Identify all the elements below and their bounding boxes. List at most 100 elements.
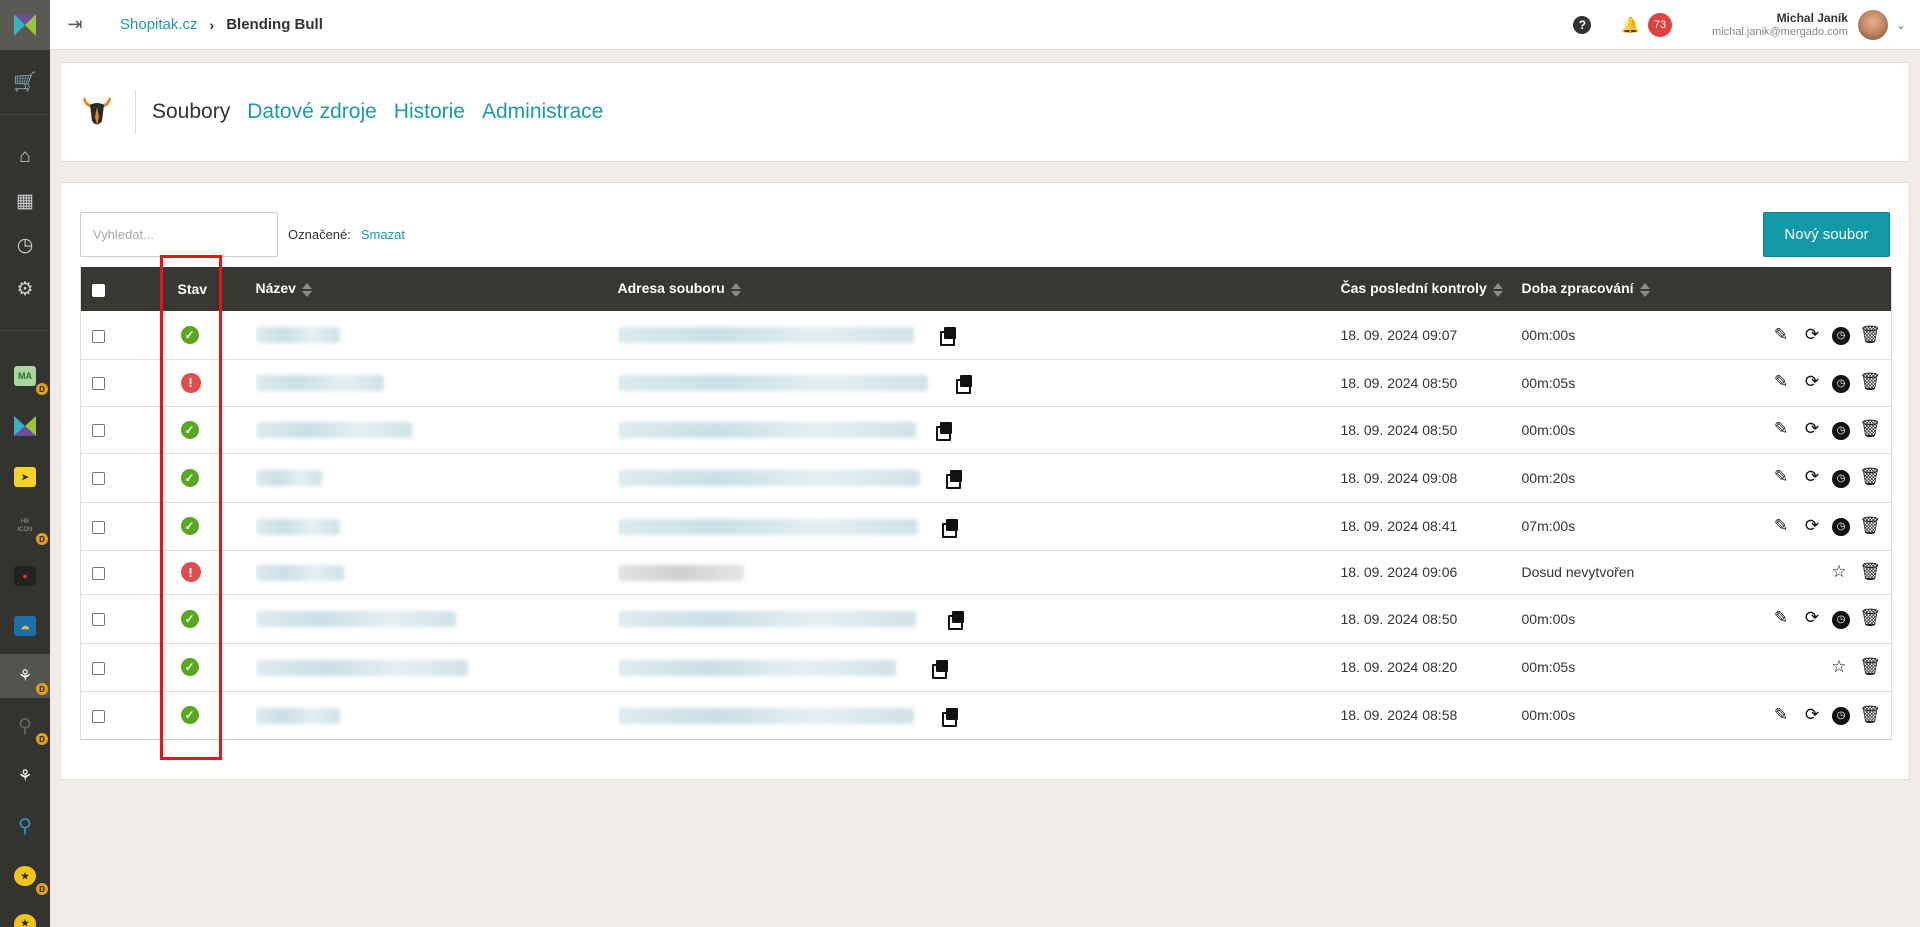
refresh-icon[interactable]: ⟳ (1801, 705, 1823, 725)
file-name-link[interactable] (255, 470, 322, 487)
copy-icon[interactable] (941, 707, 958, 727)
column-nazev[interactable]: Název (256, 267, 618, 311)
app-pin-icon[interactable]: ➤ (0, 455, 50, 499)
app-mergado-icon[interactable] (0, 404, 50, 448)
table-row[interactable]: ✓ 18. 09. 2024 08:41 07m:00s ✎ ⟳ ◷ 🗑 (80, 502, 1892, 550)
copy-icon[interactable] (941, 518, 958, 538)
column-cas[interactable]: Čas poslední kontroly (1341, 267, 1522, 311)
row-checkbox[interactable] (92, 661, 105, 675)
refresh-icon[interactable]: ⟳ (1801, 325, 1823, 345)
edit-icon[interactable]: ✎ (1770, 516, 1792, 536)
trash-icon[interactable]: 🗑 (1859, 372, 1881, 392)
table-row[interactable]: ✓ 18. 09. 2024 08:50 00m:00s ✎ ⟳ ◷ 🗑 (80, 406, 1892, 453)
app-dark-icon[interactable]: ● (0, 554, 50, 598)
history-icon[interactable]: ◷ (1832, 326, 1850, 345)
file-name-link[interactable] (255, 707, 340, 724)
refresh-icon[interactable]: ⟳ (1801, 467, 1823, 487)
grid-icon[interactable]: ▦ (0, 179, 50, 223)
magic-wand-icon[interactable]: ☆ (1828, 562, 1850, 582)
row-checkbox[interactable] (92, 424, 105, 438)
refresh-icon[interactable]: ⟳ (1801, 516, 1823, 536)
file-name-link[interactable] (255, 564, 344, 581)
app-yellow-2-icon[interactable]: ★ (0, 904, 50, 927)
tab-soubory[interactable]: Soubory (152, 100, 230, 124)
edit-icon[interactable]: ✎ (1770, 705, 1792, 725)
app-ma-icon[interactable]: MA D (0, 354, 50, 398)
edit-icon[interactable]: ✎ (1770, 467, 1792, 487)
file-name-link[interactable] (255, 422, 412, 439)
copy-icon[interactable] (939, 327, 956, 347)
new-file-button[interactable]: Nový soubor (1763, 212, 1890, 257)
row-checkbox[interactable] (92, 709, 105, 723)
history-icon[interactable]: ◷ (1832, 610, 1850, 629)
notification-badge[interactable]: 73 (1648, 13, 1673, 37)
breadcrumb-link[interactable]: Shopitak.cz (120, 16, 198, 33)
trash-icon[interactable]: 🗑 (1859, 467, 1881, 487)
help-icon[interactable]: ? (1573, 16, 1592, 34)
column-adresa[interactable]: Adresa souboru (618, 267, 1341, 311)
sort-icon[interactable] (1492, 282, 1503, 298)
sort-icon[interactable] (730, 282, 741, 298)
magic-wand-icon[interactable]: ☆ (1828, 657, 1850, 677)
user-menu[interactable]: Michal Janík michal.janik@mergado.com (1712, 11, 1848, 39)
file-name-link[interactable] (255, 375, 384, 392)
sort-icon[interactable] (1639, 282, 1650, 298)
select-all-checkbox[interactable] (92, 283, 105, 297)
table-row[interactable]: ✓ 18. 09. 2024 09:08 00m:20s ✎ ⟳ ◷ 🗑 (80, 453, 1892, 502)
table-row[interactable]: ! 18. 09. 2024 08:50 00m:05s ✎ ⟳ ◷ 🗑 (80, 359, 1892, 406)
file-name-link[interactable] (255, 611, 456, 628)
row-checkbox[interactable] (92, 377, 105, 391)
file-name-link[interactable] (255, 327, 340, 344)
avatar[interactable] (1857, 10, 1888, 40)
trash-icon[interactable]: 🗑 (1859, 325, 1881, 345)
trash-icon[interactable]: 🗑 (1859, 705, 1881, 725)
refresh-icon[interactable]: ⟳ (1801, 419, 1823, 439)
app-hb-icon[interactable]: HB ICON D (0, 504, 50, 548)
copy-icon[interactable] (931, 659, 948, 679)
app-key-2-icon[interactable]: ⚲ (0, 804, 50, 848)
tab-datove-zdroje[interactable]: Datové zdroje (247, 100, 377, 124)
cart-icon[interactable]: 🛒 (0, 60, 50, 104)
row-checkbox[interactable] (92, 329, 105, 343)
menu-toggle-icon[interactable]: ⇥ (50, 0, 100, 50)
table-row[interactable]: ✓ 18. 09. 2024 08:20 00m:05s ☆ 🗑 (80, 643, 1892, 691)
edit-icon[interactable]: ✎ (1770, 372, 1792, 392)
table-row[interactable]: ✓ 18. 09. 2024 09:07 00m:00s ✎ ⟳ ◷ 🗑 (80, 311, 1892, 359)
edit-icon[interactable]: ✎ (1770, 419, 1792, 439)
edit-icon[interactable]: ✎ (1770, 325, 1792, 345)
trash-icon[interactable]: 🗑 (1859, 562, 1881, 582)
table-row[interactable]: ! 18. 09. 2024 09:06 Dosud nevytvořen ☆ 🗑 (80, 550, 1892, 594)
copy-icon[interactable] (945, 470, 962, 490)
trash-icon[interactable]: 🗑 (1859, 657, 1881, 677)
row-checkbox[interactable] (92, 520, 105, 534)
column-doba[interactable]: Doba zpracování (1522, 267, 1752, 311)
trash-icon[interactable]: 🗑 (1859, 419, 1881, 439)
file-name-link[interactable] (255, 659, 468, 676)
table-row[interactable]: ✓ 18. 09. 2024 08:58 00m:00s ✎ ⟳ ◷ 🗑 (80, 691, 1892, 739)
row-checkbox[interactable] (92, 566, 105, 580)
copy-icon[interactable] (935, 422, 952, 442)
tab-historie[interactable]: Historie (394, 100, 465, 124)
app-cloud-icon[interactable]: ☁ (0, 604, 50, 648)
app-key-icon[interactable]: ⚲ D (0, 704, 50, 748)
tab-administrace[interactable]: Administrace (482, 100, 603, 124)
copy-icon[interactable] (955, 375, 972, 395)
row-checkbox[interactable] (92, 472, 105, 486)
history-icon[interactable]: ◷ (1832, 518, 1850, 537)
bell-icon[interactable]: 🔔 (1621, 16, 1640, 34)
history-icon[interactable]: ◷ (1832, 469, 1850, 488)
edit-icon[interactable]: ✎ (1770, 608, 1792, 628)
app-bull-2-icon[interactable]: ⚘ (0, 754, 50, 798)
file-name-link[interactable] (255, 518, 340, 535)
clock-icon[interactable]: ◷ (0, 223, 50, 267)
search-input[interactable] (80, 212, 278, 257)
refresh-icon[interactable]: ⟳ (1801, 372, 1823, 392)
history-icon[interactable]: ◷ (1832, 421, 1850, 440)
chevron-down-icon[interactable]: ⌄ (1896, 18, 1906, 32)
mergado-logo[interactable] (0, 0, 50, 50)
table-row[interactable]: ✓ 18. 09. 2024 08:50 00m:00s ✎ ⟳ ◷ 🗑 (80, 594, 1892, 643)
row-checkbox[interactable] (92, 613, 105, 627)
trash-icon[interactable]: 🗑 (1859, 608, 1881, 628)
gear-icon[interactable]: ⚙ (0, 267, 50, 311)
delete-selected-link[interactable]: Smazat (361, 227, 405, 242)
